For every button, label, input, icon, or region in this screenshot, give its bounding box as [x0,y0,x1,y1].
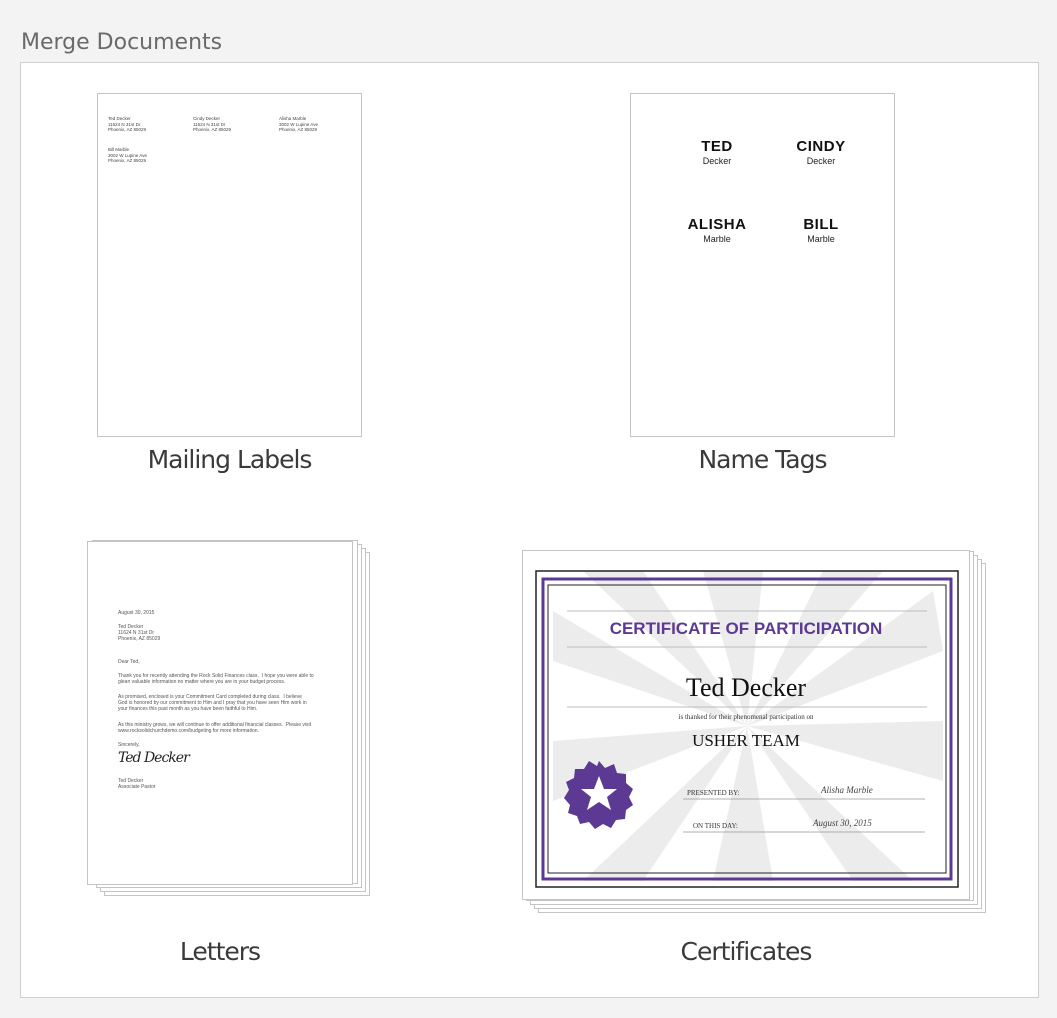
presented-by-value: Alisha Marble [821,785,873,795]
letter-closing: Sincerely, [118,742,140,748]
presented-by-label: PRESENTED BY: [687,789,740,797]
label-2: Cindy Decker 11624 N 31st Dr Phoenix, AZ 8… [193,116,232,133]
letter-preview: August 30, 2015 Ted Decker 11624 N 31st D… [87,541,353,885]
label-4: Bill Marble 3002 W Lupine Ave Phoenix, AZ … [108,147,147,164]
name-tags-preview: TED Decker CINDY Decker ALISHA Marble BILL M… [630,93,895,437]
letter-signature: Ted Decker [118,750,190,766]
mailing-labels-caption: Mailing Labels [147,445,313,474]
page-title: Merge Documents [21,30,223,55]
name-tag-1: TED Decker [701,138,733,166]
name-tags-caption: Name Tags [698,445,827,474]
certificates-option[interactable]: CERTIFICATE OF PARTICIPATION Ted Decker … [516,543,996,973]
certificate-heading: CERTIFICATE OF PARTICIPATION [609,619,883,638]
mailing-labels-preview: Ted Decker 11624 N 31st Dr Phoenix, AZ 850… [97,93,362,437]
name-tag-2: CINDY Decker [796,138,846,166]
certificate-date-value: August 30, 2015 [813,818,872,828]
merge-documents-panel: Ted Decker 11624 N 31st Dr Phoenix, AZ 850… [20,62,1039,998]
letter-greeting: Dear Ted, [118,659,140,665]
letter-paragraph-3: As this ministry grows, we will continue… [118,722,312,735]
mailing-labels-option[interactable]: Ted Decker 11624 N 31st Dr Phoenix, AZ 850… [81,83,362,483]
letters-caption: Letters [179,937,261,966]
certificate-date-label: ON THIS DAY: [693,822,738,830]
certificates-caption: Certificates [680,937,813,966]
letter-paragraph-1: Thank you for recently attending the Roc… [118,673,314,686]
label-1: Ted Decker 11624 N 31st Dr Phoenix, AZ 850… [108,116,147,133]
name-tag-4: BILL Marble [803,216,839,244]
name-tags-option[interactable]: TED Decker CINDY Decker ALISHA Marble BILL M… [615,83,905,483]
letter-signer: Ted Decker Associate Pastor [118,778,156,791]
certificate-preview: CERTIFICATE OF PARTICIPATION Ted Decker … [522,550,970,900]
letter-address: Ted Decker 11624 N 31st Dr Phoenix, AZ 850… [118,624,161,643]
certificate-recipient: Ted Decker [685,673,807,702]
certificate-subtitle: is thanked for their phenomenal particip… [678,713,814,721]
certificate-sunburst [535,570,959,888]
name-tag-3: ALISHA Marble [687,216,747,244]
letter-paragraph-2: As promised, enclosed is your Commitment… [118,694,307,713]
label-3: Alisha Marble 3002 W Lupine Ave Phoenix, A… [279,116,318,133]
certificate-seal-icon [564,761,633,829]
letters-option[interactable]: August 30, 2015 Ted Decker 11624 N 31st D… [81,533,381,973]
letter-date: August 30, 2015 [118,610,155,616]
certificate-team: USHER TEAM [692,731,800,750]
